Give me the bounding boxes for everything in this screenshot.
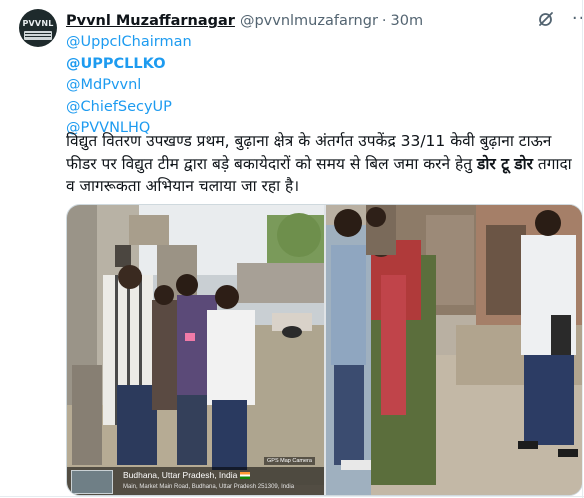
mention-link[interactable]: @UPPCLLKO: [66, 54, 192, 76]
mention-link[interactable]: @MdPvvnl: [66, 75, 192, 97]
tweet-header: Pvvnl Muzaffarnagar @pvvnlmuzafarngr · 3…: [66, 11, 423, 31]
gps-stamp: GPS Map Camera Budhana, Uttar Pradesh, I…: [67, 457, 324, 495]
mentions-list: @UppclChairman @UPPCLLKO @MdPvvnl @Chief…: [66, 32, 192, 140]
display-name[interactable]: Pvvnl Muzaffarnagar: [66, 13, 235, 29]
gps-location-title: Budhana, Uttar Pradesh, India: [123, 470, 251, 480]
user-handle[interactable]: @pvvnlmuzafarngr: [240, 13, 378, 29]
mention-link[interactable]: @ChiefSecyUP: [66, 97, 192, 119]
photo-left-image: [67, 205, 324, 495]
avatar-logo-line: [25, 33, 51, 34]
gps-camera-badge: GPS Map Camera: [264, 457, 315, 465]
gps-title-text: Budhana, Uttar Pradesh, India: [123, 470, 238, 480]
header-actions: ···: [536, 9, 584, 29]
tweet-text: विद्युत वितरण उपखण्ड प्रथम, बुढ़ाना क्षे…: [66, 130, 574, 198]
photo-left[interactable]: GPS Map Camera Budhana, Uttar Pradesh, I…: [67, 205, 324, 495]
avatar[interactable]: PVVNL: [19, 9, 57, 47]
photo-right-image: [326, 205, 582, 495]
gps-address: Main, Market Main Road, Budhana, Uttar P…: [123, 484, 295, 490]
tweet-media[interactable]: GPS Map Camera Budhana, Uttar Pradesh, I…: [66, 204, 583, 496]
divider: [582, 0, 583, 498]
separator-dot: ·: [381, 13, 387, 29]
grok-icon-svg: [539, 12, 553, 26]
gps-map-thumbnail: [71, 470, 113, 494]
avatar-logo-line: [25, 36, 51, 37]
photo-right[interactable]: [326, 205, 582, 495]
grok-icon[interactable]: [536, 9, 556, 29]
divider: [0, 496, 584, 497]
avatar-logo-text: PVVNL: [22, 19, 54, 28]
india-flag-icon: [240, 472, 251, 479]
tweet-card[interactable]: PVVNL Pvvnl Muzaffarnagar @pvvnlmuzafarn…: [0, 0, 584, 498]
mention-link[interactable]: @UppclChairman: [66, 32, 192, 54]
timestamp[interactable]: 30m: [391, 13, 424, 29]
tweet-text-bold: डोर टू डोर: [477, 154, 533, 173]
